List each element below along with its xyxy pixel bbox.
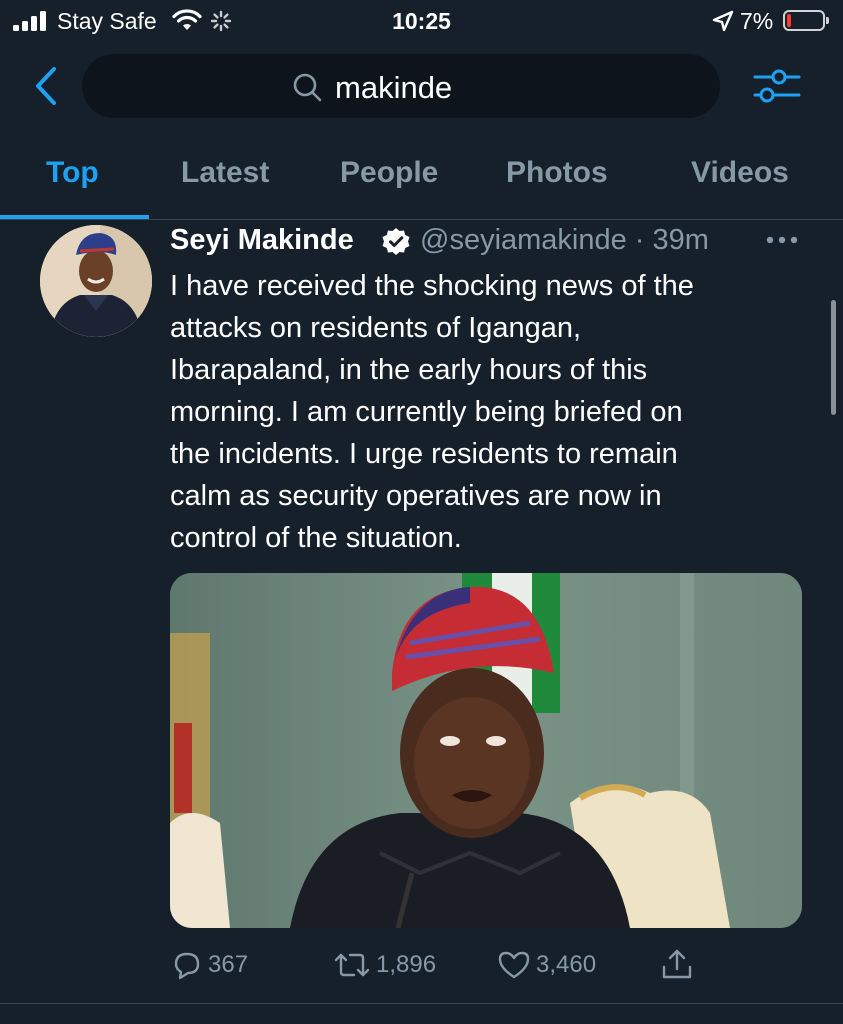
status-bar: Stay Safe 10:25 7% [0, 0, 843, 44]
tweet-author-name[interactable]: Seyi Makinde [170, 224, 354, 257]
search-tabs: Top Latest People Photos Videos [0, 140, 843, 220]
more-options-icon[interactable] [766, 236, 798, 244]
tweet-handle-and-time[interactable]: @seyiamakinde · 39m [420, 224, 709, 257]
heart-icon [498, 951, 530, 979]
scrollbar[interactable] [831, 300, 836, 415]
battery-icon [783, 10, 829, 31]
avatar[interactable] [40, 225, 152, 337]
tab-videos[interactable]: Videos [691, 156, 789, 190]
tweet-divider [0, 1003, 843, 1004]
like-count: 3,460 [536, 951, 597, 978]
retweet-count: 1,896 [376, 951, 437, 978]
search-query[interactable]: makinde [335, 70, 452, 106]
tweet-text: I have received the shocking news of the… [170, 270, 694, 554]
battery-percent: 7% [740, 8, 774, 34]
retweet-button[interactable]: 1,896 [332, 947, 436, 983]
tab-photos[interactable]: Photos [506, 156, 608, 190]
tab-latest[interactable]: Latest [181, 156, 269, 190]
tab-people[interactable]: People [340, 156, 438, 190]
retweet-icon [334, 953, 370, 977]
reply-count: 367 [208, 951, 249, 978]
back-icon[interactable] [28, 64, 68, 108]
reply-button[interactable]: 367 [170, 947, 248, 983]
tweet-image[interactable] [170, 573, 802, 928]
search-icon [293, 73, 322, 102]
location-arrow-icon [712, 10, 734, 32]
like-button[interactable]: 3,460 [496, 947, 596, 983]
filter-settings-icon[interactable] [752, 66, 802, 106]
share-icon [662, 949, 692, 979]
share-button[interactable] [660, 947, 698, 983]
verified-badge-icon [382, 228, 410, 255]
tab-top[interactable]: Top [46, 156, 99, 190]
reply-icon [174, 952, 200, 980]
tabs-divider [0, 219, 843, 220]
